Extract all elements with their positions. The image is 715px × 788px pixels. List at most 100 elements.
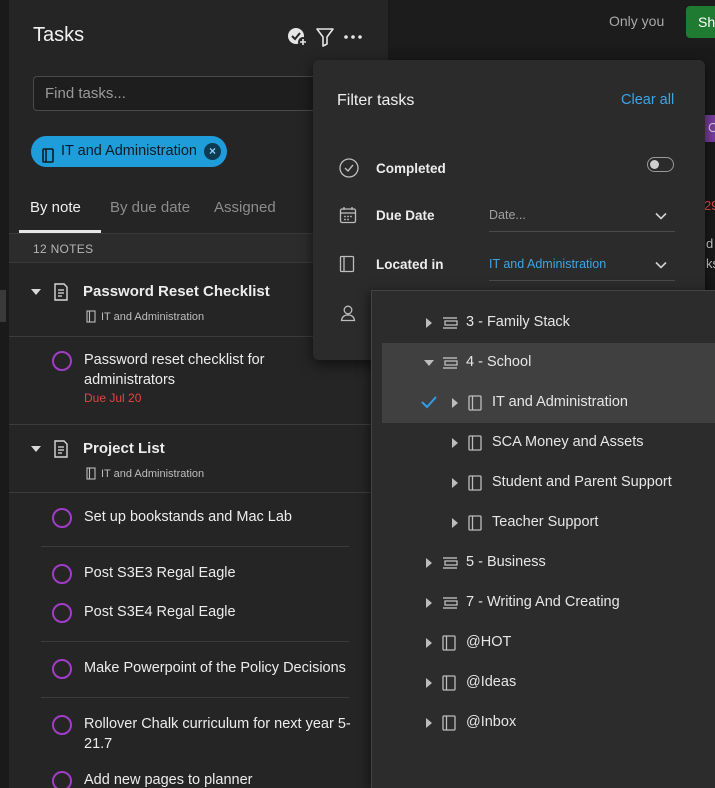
divider xyxy=(9,424,389,425)
expand-arrow-icon[interactable] xyxy=(426,718,432,728)
task-checkbox[interactable] xyxy=(52,603,72,623)
notebook-icon xyxy=(468,435,482,456)
collapse-caret-icon[interactable] xyxy=(31,446,41,452)
note-title[interactable]: Password Reset Checklist xyxy=(83,283,270,300)
collapse-caret-icon[interactable] xyxy=(31,289,41,295)
add-task-icon[interactable] xyxy=(287,26,309,48)
task-text[interactable]: Post S3E3 Regal Eagle xyxy=(84,563,354,583)
person-icon xyxy=(339,304,357,327)
notes-count: 12 NOTES xyxy=(33,242,94,256)
expand-arrow-icon[interactable] xyxy=(452,518,458,528)
checkmark-icon xyxy=(420,394,438,415)
tab-by-due-date[interactable]: By due date xyxy=(110,199,190,216)
filter-title: Filter tasks xyxy=(337,92,415,109)
tree-item-family-stack[interactable]: 3 - Family Stack xyxy=(382,303,715,343)
task-text[interactable]: Add new pages to planner xyxy=(84,770,354,788)
tree-item-ideas[interactable]: @Ideas xyxy=(382,663,715,703)
background-toolbar xyxy=(390,0,715,45)
notebook-icon xyxy=(468,475,482,496)
filter-chip[interactable]: IT and Administration × xyxy=(31,136,227,167)
background-tag: C xyxy=(705,115,715,142)
filter-icon[interactable] xyxy=(315,26,337,48)
background-due-fragment: 29 xyxy=(704,198,715,213)
task-text[interactable]: Set up bookstands and Mac Lab xyxy=(84,507,354,527)
background-text-fragment: d ks xyxy=(706,234,715,274)
tree-item-label: SCA Money and Assets xyxy=(492,434,644,450)
tree-item-inbox[interactable]: @Inbox xyxy=(382,703,715,743)
search-input[interactable]: Find tasks... xyxy=(33,76,333,111)
clear-all-link[interactable]: Clear all xyxy=(621,92,674,108)
task-text[interactable]: Post S3E4 Regal Eagle xyxy=(84,602,354,622)
tree-item-label: 5 - Business xyxy=(466,554,546,570)
task-checkbox[interactable] xyxy=(52,659,72,679)
more-options-icon[interactable] xyxy=(343,26,365,48)
completed-check-icon xyxy=(339,158,359,183)
expand-arrow-icon[interactable] xyxy=(426,558,432,568)
expand-arrow-icon[interactable] xyxy=(426,678,432,688)
notebook-icon xyxy=(442,635,456,656)
notebook-icon xyxy=(442,715,456,736)
calendar-icon xyxy=(339,206,357,229)
task-due-date: Due Jul 20 xyxy=(84,391,142,405)
tree-item-hot[interactable]: @HOT xyxy=(382,623,715,663)
expand-arrow-icon[interactable] xyxy=(452,478,458,488)
note-icon xyxy=(53,440,69,463)
notebook-icon xyxy=(442,675,456,696)
background-text-line-2: ks xyxy=(706,256,715,271)
location-dropdown: 3 - Family Stack 4 - School IT and Admin… xyxy=(371,290,715,788)
notebook-icon xyxy=(86,310,96,328)
tree-item-label: @HOT xyxy=(466,634,512,650)
stack-icon xyxy=(442,315,458,336)
note-notebook: IT and Administration xyxy=(101,311,205,323)
tree-item-school[interactable]: 4 - School xyxy=(382,343,715,383)
collapse-arrow-icon[interactable] xyxy=(424,360,434,366)
tree-item-it-and-administration[interactable]: IT and Administration xyxy=(382,383,715,423)
notebook-icon xyxy=(468,515,482,536)
stack-icon xyxy=(442,355,458,376)
expand-arrow-icon[interactable] xyxy=(426,318,432,328)
toggle-knob xyxy=(650,160,659,169)
tasks-title: Tasks xyxy=(33,24,85,46)
sharing-status: Only you xyxy=(609,13,665,29)
tab-assigned[interactable]: Assigned xyxy=(214,199,276,216)
notebook-icon xyxy=(42,144,54,175)
filter-chip-label: IT and Administration xyxy=(61,143,197,159)
task-text[interactable]: Make Powerpoint of the Policy Decisions xyxy=(84,658,354,678)
tab-by-note[interactable]: By note xyxy=(30,199,81,216)
close-icon[interactable]: × xyxy=(203,143,221,160)
completed-toggle[interactable] xyxy=(647,157,674,172)
tree-item-business[interactable]: 5 - Business xyxy=(382,543,715,583)
tree-item-teacher-support[interactable]: Teacher Support xyxy=(382,503,715,543)
notebook-icon xyxy=(468,395,482,416)
notebook-icon xyxy=(339,255,355,278)
left-edge-handle xyxy=(0,290,6,322)
share-button[interactable]: Sh xyxy=(686,6,715,38)
task-text[interactable]: Rollover Chalk curriculum for next year … xyxy=(84,714,354,754)
expand-arrow-icon[interactable] xyxy=(426,598,432,608)
divider xyxy=(9,492,389,493)
expand-arrow-icon[interactable] xyxy=(452,398,458,408)
note-title[interactable]: Project List xyxy=(83,440,165,457)
chevron-down-icon xyxy=(655,209,667,223)
task-checkbox[interactable] xyxy=(52,715,72,735)
tree-item-label: Teacher Support xyxy=(492,514,599,530)
task-checkbox[interactable] xyxy=(52,508,72,528)
due-date-select[interactable]: Date... xyxy=(489,206,675,232)
background-text-line-1: d xyxy=(706,236,714,251)
expand-arrow-icon[interactable] xyxy=(452,438,458,448)
tree-item-student-and-parent-support[interactable]: Student and Parent Support xyxy=(382,463,715,503)
note-icon xyxy=(53,283,69,306)
task-checkbox[interactable] xyxy=(52,351,72,371)
notebook-icon xyxy=(86,467,96,485)
tree-item-label: 4 - School xyxy=(466,354,532,370)
located-in-select[interactable]: IT and Administration xyxy=(489,255,675,281)
expand-arrow-icon[interactable] xyxy=(426,638,432,648)
task-checkbox[interactable] xyxy=(52,564,72,584)
divider xyxy=(41,697,349,698)
tree-item-sca-money-and-assets[interactable]: SCA Money and Assets xyxy=(382,423,715,463)
task-checkbox[interactable] xyxy=(52,771,72,788)
stack-icon xyxy=(442,595,458,616)
tree-item-label: 7 - Writing And Creating xyxy=(466,594,620,610)
tree-item-writing-and-creating[interactable]: 7 - Writing And Creating xyxy=(382,583,715,623)
due-date-label: Due Date xyxy=(376,208,435,223)
